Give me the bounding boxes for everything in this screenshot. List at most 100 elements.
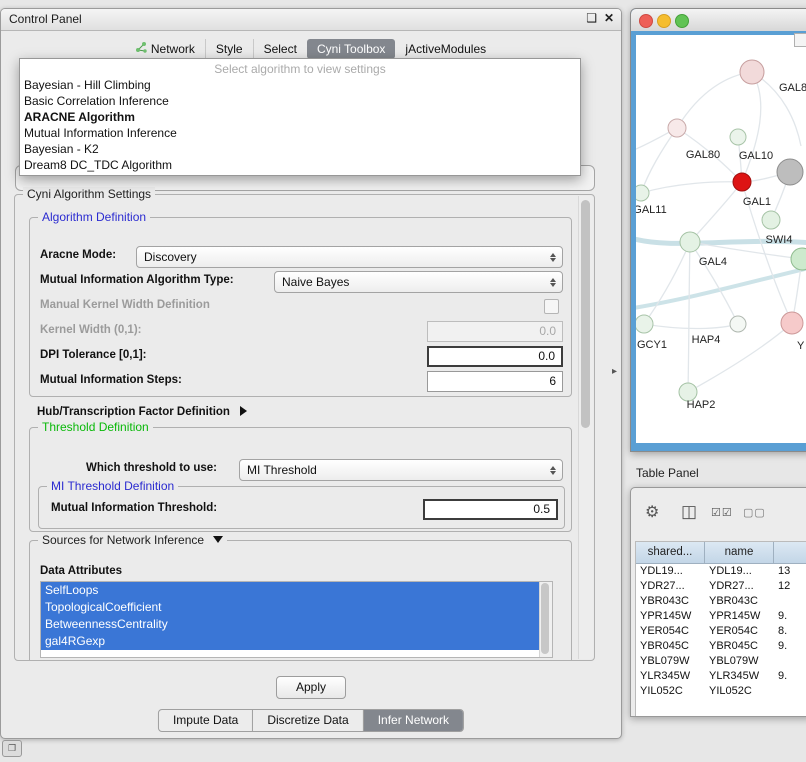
network-node[interactable] <box>791 248 806 270</box>
algorithm-definition-group: Algorithm Definition Aracne Mode: Discov… <box>29 217 572 397</box>
attribute-list-scrollbar[interactable] <box>539 582 552 657</box>
column-header[interactable]: shared... <box>636 542 705 564</box>
network-node[interactable] <box>777 159 803 185</box>
network-node[interactable] <box>680 232 700 252</box>
algorithm-definition-title: Algorithm Definition <box>38 210 150 224</box>
mi-steps-label: Mutual Information Steps: <box>40 374 182 386</box>
close-traffic-light-icon[interactable] <box>639 14 653 28</box>
network-icon <box>136 42 147 56</box>
table-row[interactable]: YBR045CYBR045C9. <box>636 639 806 654</box>
algorithm-option[interactable]: ARACNE Algorithm <box>20 109 580 125</box>
hub-definition-toggle[interactable]: Hub/Transcription Factor Definition <box>37 402 247 420</box>
which-threshold-select[interactable]: MI Threshold <box>239 459 563 481</box>
algorithm-option[interactable]: Dream8 DC_TDC Algorithm <box>20 157 580 173</box>
table-panel-window: ⚙ ◫ ☑☑ ▢▢ shared...name YDL19...YDL19...… <box>630 487 806 717</box>
table-row[interactable]: YER054CYER054C8. <box>636 624 806 639</box>
network-node[interactable] <box>781 312 803 334</box>
aracne-mode-select[interactable]: Discovery <box>136 246 563 268</box>
table-row[interactable]: YIL052CYIL052C <box>636 684 806 699</box>
mi-threshold-field[interactable]: 0.5 <box>423 499 558 520</box>
zoom-traffic-light-icon[interactable] <box>675 14 689 28</box>
network-edge[interactable] <box>742 72 761 182</box>
gear-icon[interactable]: ⚙ <box>645 502 659 522</box>
network-view-window: GAL8GAL80GAL10GAL11GAL1SWI4GAL4GCY1HAP4H… <box>630 8 806 452</box>
table-cell: YPR145W <box>705 609 774 624</box>
algorithm-option[interactable]: Bayesian - Hill Climbing <box>20 77 580 93</box>
attribute-list-item[interactable]: gal4RGexp <box>41 633 539 650</box>
node-label: GAL1 <box>743 196 771 208</box>
deselect-all-icon[interactable]: ▢▢ <box>743 506 766 519</box>
table-row[interactable]: YPR145WYPR145W9. <box>636 609 806 624</box>
node-label: GAL80 <box>686 149 720 161</box>
threshold-definition-group: Threshold Definition Which threshold to … <box>29 427 572 532</box>
tab-style[interactable]: Style <box>205 39 253 59</box>
network-node[interactable] <box>740 60 764 84</box>
scrollbar-thumb[interactable] <box>541 583 549 654</box>
network-edge[interactable] <box>690 182 742 242</box>
float-window-icon[interactable]: ❑ <box>586 11 597 25</box>
network-node[interactable] <box>730 129 746 145</box>
attribute-list-item[interactable]: BetweennessCentrality <box>41 616 539 633</box>
algorithm-option[interactable]: Basic Correlation Inference <box>20 93 580 109</box>
column-header[interactable]: name <box>705 542 774 564</box>
control-panel-titlebar[interactable]: Control Panel ❑ ✕ <box>1 9 621 31</box>
network-edge[interactable] <box>677 72 752 128</box>
settings-scrollbar[interactable] <box>578 196 593 659</box>
tab-select[interactable]: Select <box>253 39 307 59</box>
table-cell: 9. <box>774 639 806 654</box>
hub-definition-label: Hub/Transcription Factor Definition <box>37 406 230 418</box>
algorithm-option[interactable]: Bayesian - K2 <box>20 141 580 157</box>
table-row[interactable]: YLR345WYLR345W9. <box>636 669 806 684</box>
kernel-width-field[interactable]: 0.0 <box>427 321 563 342</box>
table-row[interactable]: YDL19...YDL19...13 <box>636 564 806 579</box>
algorithm-option[interactable]: Mutual Information Inference <box>20 125 580 141</box>
network-edge[interactable] <box>644 242 690 324</box>
manual-kernel-checkbox[interactable] <box>544 299 559 314</box>
network-node[interactable] <box>636 315 653 333</box>
network-edge[interactable] <box>644 324 738 329</box>
network-node[interactable] <box>668 119 686 137</box>
tab-impute-data[interactable]: Impute Data <box>159 710 252 731</box>
panel-collapse-arrow-icon[interactable]: ▸ <box>612 366 617 377</box>
column-header[interactable] <box>774 542 806 564</box>
network-edge[interactable] <box>636 267 806 309</box>
table-row[interactable]: YDR27...YDR27...12 <box>636 579 806 594</box>
network-canvas[interactable]: GAL8GAL80GAL10GAL11GAL1SWI4GAL4GCY1HAP4H… <box>636 35 806 443</box>
table-row[interactable]: YBR043CYBR043C <box>636 594 806 609</box>
table-cell: YBR043C <box>636 594 705 609</box>
mi-type-select[interactable]: Naive Bayes <box>274 271 563 293</box>
network-edge[interactable] <box>688 242 690 392</box>
network-window-titlebar[interactable] <box>631 9 806 32</box>
network-node[interactable] <box>733 173 751 191</box>
which-threshold-label: Which threshold to use: <box>86 462 217 474</box>
select-all-icon[interactable]: ☑☑ <box>711 506 733 519</box>
network-edge[interactable] <box>641 182 742 193</box>
apply-button[interactable]: Apply <box>276 676 346 699</box>
mi-threshold-label: Mutual Information Threshold: <box>51 502 217 514</box>
tab-cyni-toolbox[interactable]: Cyni Toolbox <box>307 39 395 59</box>
tab-jactivemodules[interactable]: jActiveModules <box>395 39 496 59</box>
network-edge[interactable] <box>690 242 738 324</box>
attribute-list-item[interactable]: TopologicalCoefficient <box>41 599 539 616</box>
network-node[interactable] <box>730 316 746 332</box>
tab-infer-network[interactable]: Infer Network <box>363 710 463 731</box>
table-row[interactable]: YBL079WYBL079W <box>636 654 806 669</box>
attribute-list-item[interactable]: SelfLoops <box>41 582 539 599</box>
dpi-tolerance-field[interactable]: 0.0 <box>427 346 563 367</box>
tab-network[interactable]: Network <box>126 39 205 59</box>
scrollbar-thumb[interactable] <box>581 200 590 428</box>
close-icon[interactable]: ✕ <box>604 11 614 25</box>
mi-steps-field[interactable]: 6 <box>427 371 563 392</box>
node-label: GAL8 <box>779 82 806 94</box>
minimize-traffic-light-icon[interactable] <box>657 14 671 28</box>
columns-icon[interactable]: ◫ <box>681 502 697 522</box>
sources-group-title[interactable]: Sources for Network Inference <box>38 533 227 547</box>
network-node[interactable] <box>636 185 649 201</box>
network-graph: GAL8GAL80GAL10GAL11GAL1SWI4GAL4GCY1HAP4H… <box>636 35 806 443</box>
table-cell: YIL052C <box>636 684 705 699</box>
network-node[interactable] <box>762 211 780 229</box>
table-cell: YLR345W <box>705 669 774 684</box>
tab-discretize-data[interactable]: Discretize Data <box>252 710 362 731</box>
table-cell <box>774 594 806 609</box>
minimized-panel-icon[interactable]: ❐ <box>2 740 22 757</box>
